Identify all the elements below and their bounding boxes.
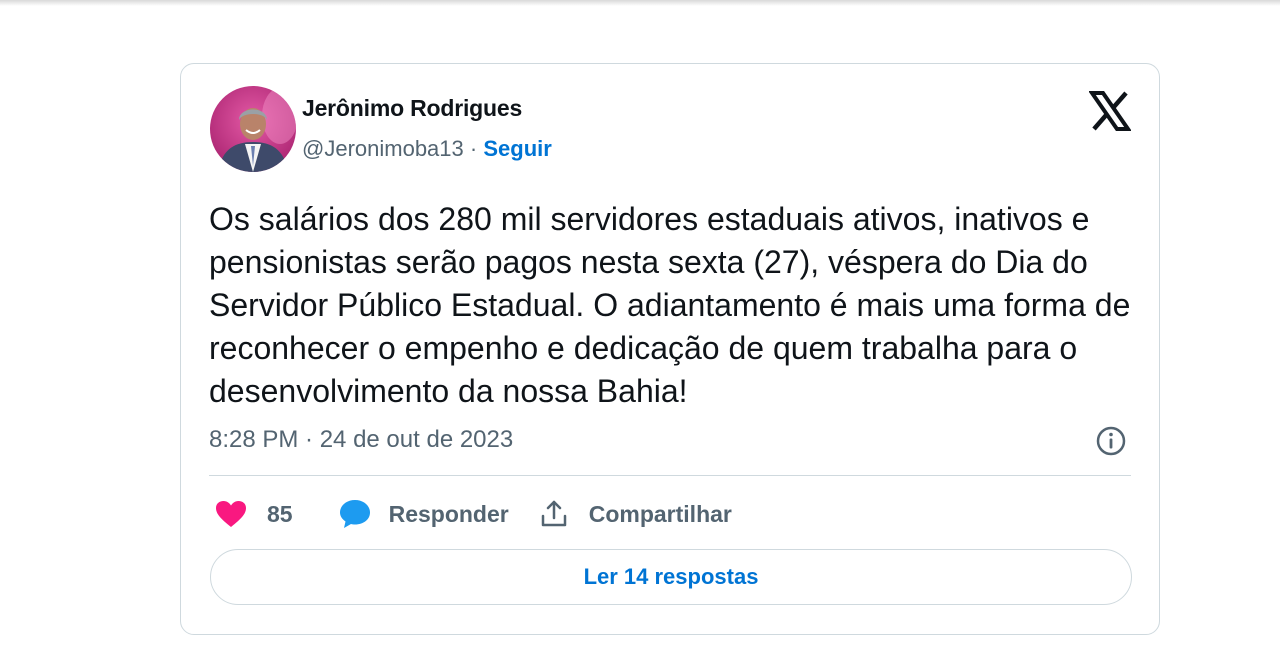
handle-separator: ·: [469, 136, 478, 161]
author-avatar[interactable]: [210, 86, 296, 172]
heart-icon: [215, 500, 247, 528]
speech-bubble-icon: [339, 499, 371, 529]
tweet-text: Os salários dos 280 mil servidores estad…: [209, 201, 1131, 409]
share-button[interactable]: Compartilhar: [539, 499, 732, 529]
like-button[interactable]: 85: [215, 500, 293, 528]
like-count: 85: [267, 500, 293, 527]
page-top-shadow: [0, 0, 1280, 6]
author-handle[interactable]: @Jeronimoba13: [302, 136, 464, 161]
read-replies-button[interactable]: Ler 14 respostas: [210, 549, 1132, 605]
info-icon[interactable]: [1095, 425, 1127, 457]
author-name[interactable]: Jerônimo Rodrigues: [302, 95, 522, 122]
reply-button[interactable]: Responder: [339, 499, 509, 529]
share-label: Compartilhar: [588, 500, 732, 527]
share-upload-icon: [539, 499, 569, 529]
follow-link[interactable]: Seguir: [483, 136, 551, 161]
divider: [209, 475, 1131, 476]
reply-label: Responder: [388, 500, 509, 527]
x-logo-icon[interactable]: [1088, 90, 1132, 132]
tweet-card[interactable]: Jerônimo Rodrigues @Jeronimoba13 · Segui…: [180, 63, 1160, 635]
author-handle-line: @Jeronimoba13 · Seguir: [302, 136, 552, 162]
read-replies-label: Ler 14 respostas: [583, 564, 759, 589]
tweet-actions: 85 Responder Compartilhar: [215, 494, 732, 534]
tweet-timestamp[interactable]: 8:28 PM · 24 de out de 2023: [209, 426, 513, 454]
